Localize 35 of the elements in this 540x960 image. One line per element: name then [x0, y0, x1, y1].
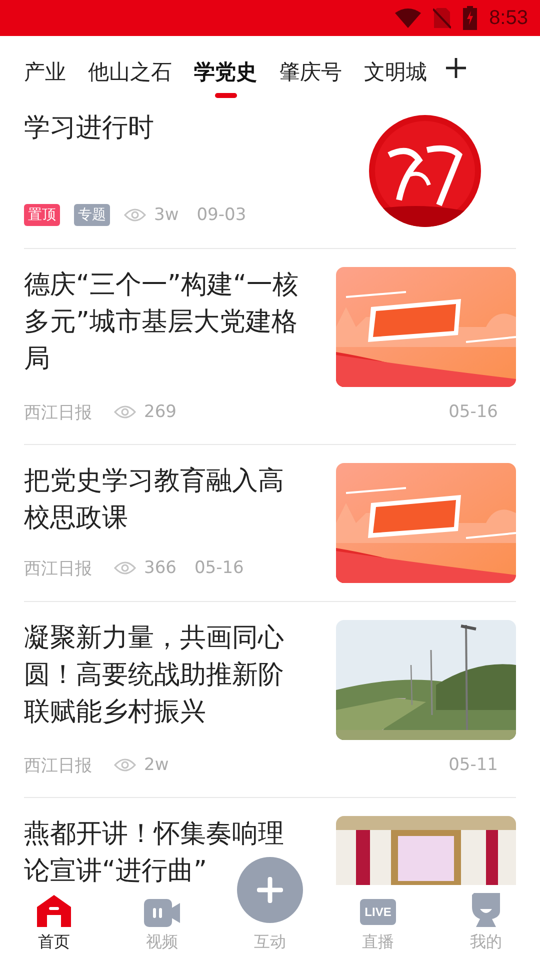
channel-tab[interactable]: 他山之石 — [88, 47, 172, 99]
article-tag: 专题 — [74, 204, 110, 226]
nav-tab[interactable]: 首页 — [0, 885, 108, 960]
battery-icon — [463, 6, 478, 30]
no-sim-icon — [433, 7, 452, 29]
article-title[interactable]: 燕都开讲！怀集奏响理论宣讲“进行曲” — [24, 816, 304, 885]
article-title[interactable]: 把党史学习教育融入高校思政课 — [24, 463, 304, 537]
eye-icon — [114, 561, 136, 575]
live-icon: LIVE — [360, 899, 396, 925]
channel-tab[interactable]: 学党史 — [194, 47, 257, 99]
article-date: 09-03 — [196, 205, 246, 225]
eye-icon — [114, 758, 136, 772]
article-source: 西江日报 — [24, 754, 92, 776]
status-time: 8:53 — [489, 6, 528, 30]
article-title[interactable]: 凝聚新力量，共画同心圆！高要统战助推新阶联赋能乡村振兴 — [24, 620, 304, 731]
article-date: 05-16 — [194, 558, 244, 578]
view-count: 269 — [144, 402, 176, 422]
article-date: 05-11 — [448, 755, 498, 775]
article-title[interactable]: 学习进行时 — [24, 110, 304, 147]
channel-tab[interactable]: 产业 — [24, 47, 66, 99]
wifi-icon — [395, 8, 422, 28]
view-count: 366 — [144, 558, 176, 578]
article-date: 05-16 — [448, 402, 498, 422]
article-source: 西江日报 — [24, 558, 92, 580]
add-channel-icon[interactable] — [445, 57, 467, 79]
plus-icon — [257, 877, 283, 903]
article-tag: 置顶 — [24, 204, 60, 226]
view-count: 2w — [144, 755, 169, 775]
eye-icon — [114, 405, 136, 419]
channel-tab[interactable]: 文明城 — [364, 47, 427, 99]
channel-tab[interactable]: 肇庆号 — [279, 47, 342, 99]
eye-icon — [124, 208, 146, 222]
view-count: 3w — [154, 205, 179, 225]
article-title[interactable]: 德庆“三个一”构建“一核多元”城市基层大党建格局 — [24, 267, 304, 378]
article-source: 西江日报 — [24, 402, 92, 424]
